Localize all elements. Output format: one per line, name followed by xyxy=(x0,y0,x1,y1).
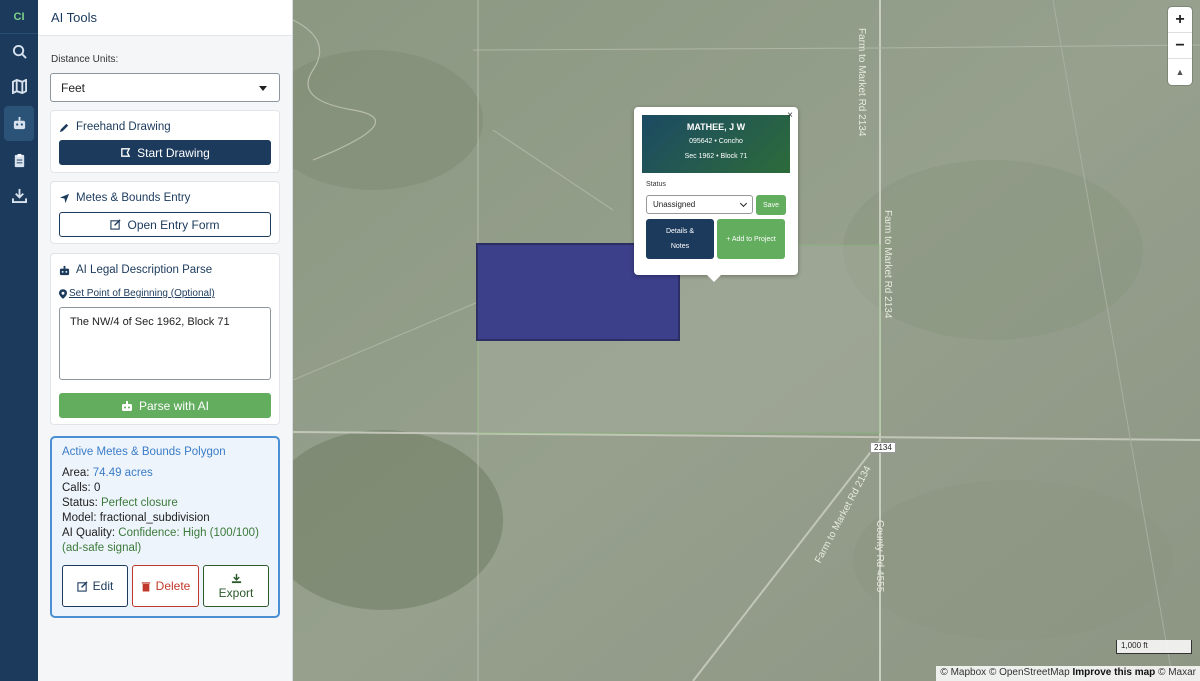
signal-note: (ad-safe signal) xyxy=(62,542,142,554)
attrib-maxar[interactable]: © Maxar xyxy=(1158,667,1196,678)
status-row: Status: Perfect closure xyxy=(62,496,268,511)
export-button[interactable]: Export xyxy=(203,565,269,607)
calls-value: 0 xyxy=(93,482,101,494)
parse-with-ai-button[interactable]: Parse with AI xyxy=(59,393,271,418)
zoom-controls: + − ▲ xyxy=(1168,7,1192,85)
edit-icon xyxy=(77,580,88,592)
zoom-out-button[interactable]: − xyxy=(1168,33,1192,59)
trash-icon xyxy=(141,581,150,591)
robot-icon xyxy=(59,265,70,275)
caret-down-icon xyxy=(259,86,267,91)
delete-label: Delete xyxy=(155,579,191,593)
satellite-imagery xyxy=(293,0,1200,681)
model-row: Model: fractional_subdivision xyxy=(62,511,268,526)
save-button[interactable]: Save xyxy=(756,195,786,215)
distance-units-label: Distance Units: xyxy=(51,54,119,65)
add-to-project-button[interactable]: + Add to Project xyxy=(717,219,785,259)
panel-title: AI Tools xyxy=(38,0,292,36)
download-icon[interactable] xyxy=(0,178,38,213)
popup-status-label: Status xyxy=(646,181,666,188)
open-entry-form-label: Open Entry Form xyxy=(127,217,220,232)
map-icon[interactable] xyxy=(0,69,38,104)
delete-button[interactable]: Delete xyxy=(132,565,199,607)
status-label: Status: xyxy=(62,497,98,509)
status-select-value: Unassigned xyxy=(653,200,696,209)
popup-header: MATHEE, J W 095642 • Concho Sec 1962 • B… xyxy=(642,115,790,173)
active-polygon-card: Active Metes & Bounds Polygon Area: 74.4… xyxy=(50,436,280,618)
metes-title: Metes & Bounds Entry xyxy=(59,192,190,204)
start-drawing-label: Start Drawing xyxy=(137,145,210,160)
details-notes-label: Details & Notes xyxy=(665,228,694,250)
details-notes-button[interactable]: Details & Notes xyxy=(646,219,714,259)
add-to-project-label: + Add to Project xyxy=(726,235,776,243)
ai-parse-title-text: AI Legal Description Parse xyxy=(76,264,213,276)
section-block: Sec 1962 • Block 71 xyxy=(684,153,748,160)
attrib-osm[interactable]: © OpenStreetMap xyxy=(989,667,1070,678)
parcel-popup: MATHEE, J W 095642 • Concho Sec 1962 • B… xyxy=(634,107,798,282)
map-marker-icon xyxy=(59,288,67,299)
distance-units-value: Feet xyxy=(61,81,86,95)
map-attribution: © Mapbox © OpenStreetMap Improve this ma… xyxy=(936,666,1200,681)
open-entry-form-button[interactable]: Open Entry Form xyxy=(59,212,271,237)
clipboard-icon[interactable] xyxy=(0,143,38,178)
freehand-title: Freehand Drawing xyxy=(59,121,171,133)
owner-name: MATHEE, J W xyxy=(686,122,746,132)
calls-label: Calls: xyxy=(62,482,91,494)
robot-icon[interactable] xyxy=(4,106,34,141)
freehand-title-text: Freehand Drawing xyxy=(76,121,171,133)
attrib-mapbox[interactable]: © Mapbox xyxy=(940,667,986,678)
scale-bar: 1,000 ft xyxy=(1116,640,1192,654)
distance-units-select[interactable]: Feet xyxy=(50,73,280,102)
legal-description-textarea[interactable]: The NW/4 of Sec 1962, Block 71 xyxy=(59,307,271,380)
ai-parse-title: AI Legal Description Parse xyxy=(59,264,212,276)
route-shield: 2134 xyxy=(870,442,896,453)
metes-title-text: Metes & Bounds Entry xyxy=(76,192,191,204)
area-value: 74.49 acres xyxy=(92,467,153,479)
set-pob-label: Set Point of Beginning (Optional) xyxy=(69,288,215,299)
model-value: fractional_subdivision xyxy=(99,512,210,524)
close-icon[interactable]: × xyxy=(787,110,793,121)
map-canvas[interactable]: Farm to Market Rd 2134 Farm to Market Rd… xyxy=(293,0,1200,681)
metes-card: Metes & Bounds Entry Open Entry Form xyxy=(50,181,280,244)
quality-row: AI Quality: Confidence: High (100/100) xyxy=(62,526,268,541)
zoom-in-button[interactable]: + xyxy=(1168,7,1192,33)
edit-button[interactable]: Edit xyxy=(62,565,128,607)
edit-icon xyxy=(110,219,122,230)
location-arrow-icon xyxy=(59,193,70,203)
ai-parse-card: AI Legal Description Parse Set Point of … xyxy=(50,253,280,425)
draw-polygon-icon xyxy=(121,148,131,157)
set-pob-link[interactable]: Set Point of Beginning (Optional) xyxy=(59,288,215,299)
improve-map-link[interactable]: Improve this map xyxy=(1072,667,1155,678)
calls-row: Calls: 0 xyxy=(62,481,268,496)
edit-label: Edit xyxy=(92,579,114,593)
freehand-card: Freehand Drawing Start Drawing xyxy=(50,110,280,173)
app-logo[interactable]: CI xyxy=(0,0,38,34)
chevron-down-icon xyxy=(739,199,748,208)
parcel-id-county: 095642 • Concho xyxy=(689,138,743,145)
parse-with-ai-label: Parse with AI xyxy=(138,398,210,413)
ai-tools-panel: AI Tools Distance Units: Feet Freehand D… xyxy=(38,0,293,681)
search-icon[interactable] xyxy=(0,34,38,69)
export-label: Export xyxy=(218,585,254,600)
area-row: Area: 74.49 acres xyxy=(62,466,268,481)
road-label-fm-top: Farm to Market Rd 2134 xyxy=(856,28,867,137)
road-label-county: County Rd 4555 xyxy=(874,520,885,593)
area-label: Area: xyxy=(62,467,90,479)
compass-reset-button[interactable]: ▲ xyxy=(1168,59,1192,85)
status-value: Perfect closure xyxy=(101,497,178,509)
icon-rail: CI xyxy=(0,0,38,681)
start-drawing-button[interactable]: Start Drawing xyxy=(59,140,271,165)
legal-description-text: The NW/4 of Sec 1962, Block 71 xyxy=(70,316,230,328)
robot-icon xyxy=(121,400,132,411)
quality-label: AI Quality: xyxy=(62,527,116,539)
quality-value: Confidence: High (100/100) xyxy=(118,527,259,539)
pencil-icon xyxy=(59,123,69,132)
status-select[interactable]: Unassigned xyxy=(646,195,753,214)
model-label: Model: xyxy=(62,512,97,524)
active-polygon-title: Active Metes & Bounds Polygon xyxy=(62,446,226,458)
road-label-fm-mid: Farm to Market Rd 2134 xyxy=(882,210,893,319)
download-icon xyxy=(231,573,241,583)
